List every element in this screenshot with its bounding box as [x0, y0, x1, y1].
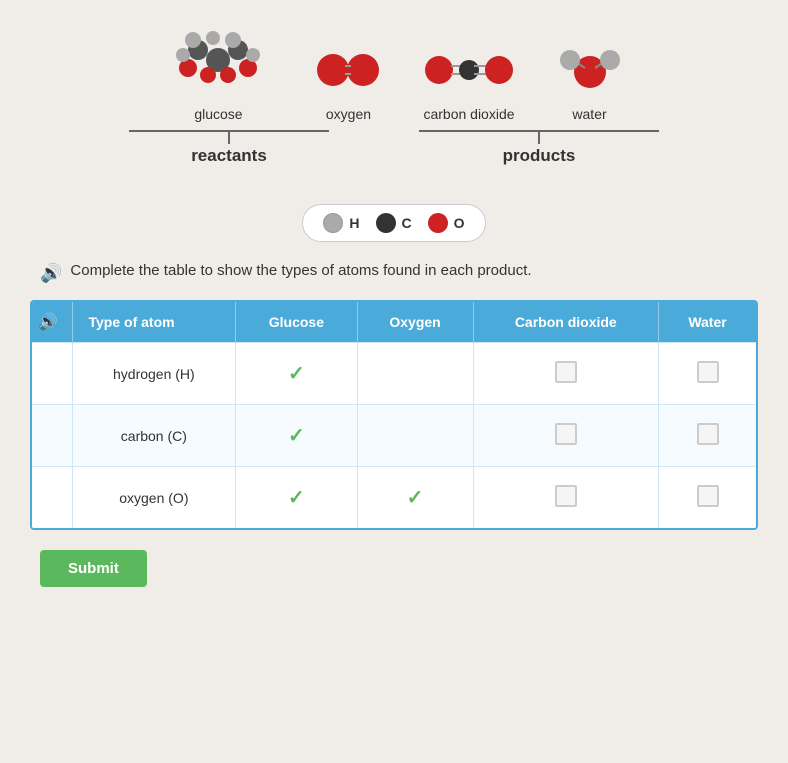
row-spacer — [32, 405, 72, 467]
instruction-row: 🔊 Complete the table to show the types o… — [30, 262, 758, 284]
reactants-label: reactants — [191, 146, 267, 166]
molecule-glucose: glucose — [163, 20, 273, 122]
molecule-co2: carbon dioxide — [423, 40, 514, 122]
hydrogen-water-cell — [659, 343, 756, 405]
check-oxygen-glucose: ✓ — [288, 487, 305, 509]
legend-o-label: O — [454, 215, 465, 231]
carbon-co2-cell — [473, 405, 658, 467]
co2-label: carbon dioxide — [423, 106, 514, 122]
glucose-label: glucose — [194, 106, 242, 122]
th-water: Water — [659, 302, 756, 343]
legend-o: O — [428, 213, 465, 233]
checkbox-carbon-water[interactable] — [697, 423, 719, 445]
speaker-icon-instruction[interactable]: 🔊 — [40, 263, 62, 284]
oxygen-glucose-cell: ✓ — [236, 467, 357, 529]
carbon-oxygen-cell — [357, 405, 473, 467]
speaker-icon-table[interactable]: 🔊 — [38, 314, 58, 331]
molecule-oxygen: oxygen — [313, 40, 383, 122]
molecules-row: glucose oxygen carbo — [30, 20, 758, 122]
legend: H C O — [302, 204, 485, 242]
oxygen-label: oxygen — [326, 106, 371, 122]
molecules-section: glucose oxygen carbo — [30, 20, 758, 172]
legend-c: C — [376, 213, 412, 233]
legend-c-label: C — [402, 215, 412, 231]
th-oxygen: Oxygen — [357, 302, 473, 343]
checkbox-hydrogen-water[interactable] — [697, 361, 719, 383]
atoms-table: 🔊 Type of atom Glucose Oxygen Carbon dio… — [32, 302, 756, 528]
checkbox-oxygen-co2[interactable] — [555, 485, 577, 507]
atom-type-carbon: carbon (C) — [72, 405, 236, 467]
row-spacer — [32, 467, 72, 529]
check-hydrogen-glucose: ✓ — [288, 363, 305, 385]
submit-button[interactable]: Submit — [40, 550, 147, 587]
th-carbon-dioxide: Carbon dioxide — [473, 302, 658, 343]
th-glucose: Glucose — [236, 302, 357, 343]
check-oxygen-oxygen: ✓ — [407, 487, 424, 509]
products-label: products — [503, 146, 576, 166]
hydrogen-glucose-cell: ✓ — [236, 343, 357, 405]
c-dot — [376, 213, 396, 233]
hydrogen-oxygen-cell — [357, 343, 473, 405]
check-carbon-glucose: ✓ — [288, 425, 305, 447]
water-label: water — [572, 106, 606, 122]
th-speaker: 🔊 — [32, 302, 72, 343]
molecule-water: water — [555, 40, 625, 122]
carbon-water-cell — [659, 405, 756, 467]
table-row: hydrogen (H) ✓ — [32, 343, 756, 405]
o-dot — [428, 213, 448, 233]
h-dot — [323, 213, 343, 233]
table-header-row: 🔊 Type of atom Glucose Oxygen Carbon dio… — [32, 302, 756, 343]
table-wrapper: 🔊 Type of atom Glucose Oxygen Carbon dio… — [30, 300, 758, 530]
oxygen-oxygen-cell: ✓ — [357, 467, 473, 529]
th-type: Type of atom — [72, 302, 236, 343]
carbon-glucose-cell: ✓ — [236, 405, 357, 467]
atom-type-hydrogen: hydrogen (H) — [72, 343, 236, 405]
legend-h-label: H — [349, 215, 359, 231]
legend-h: H — [323, 213, 359, 233]
table-row: oxygen (O) ✓ ✓ — [32, 467, 756, 529]
checkbox-carbon-co2[interactable] — [555, 423, 577, 445]
checkbox-hydrogen-co2[interactable] — [555, 361, 577, 383]
instruction-text: Complete the table to show the types of … — [70, 262, 531, 279]
oxygen-water-cell — [659, 467, 756, 529]
oxygen-co2-cell — [473, 467, 658, 529]
hydrogen-co2-cell — [473, 343, 658, 405]
atom-type-oxygen: oxygen (O) — [72, 467, 236, 529]
table-row: carbon (C) ✓ — [32, 405, 756, 467]
row-spacer — [32, 343, 72, 405]
checkbox-oxygen-water[interactable] — [697, 485, 719, 507]
